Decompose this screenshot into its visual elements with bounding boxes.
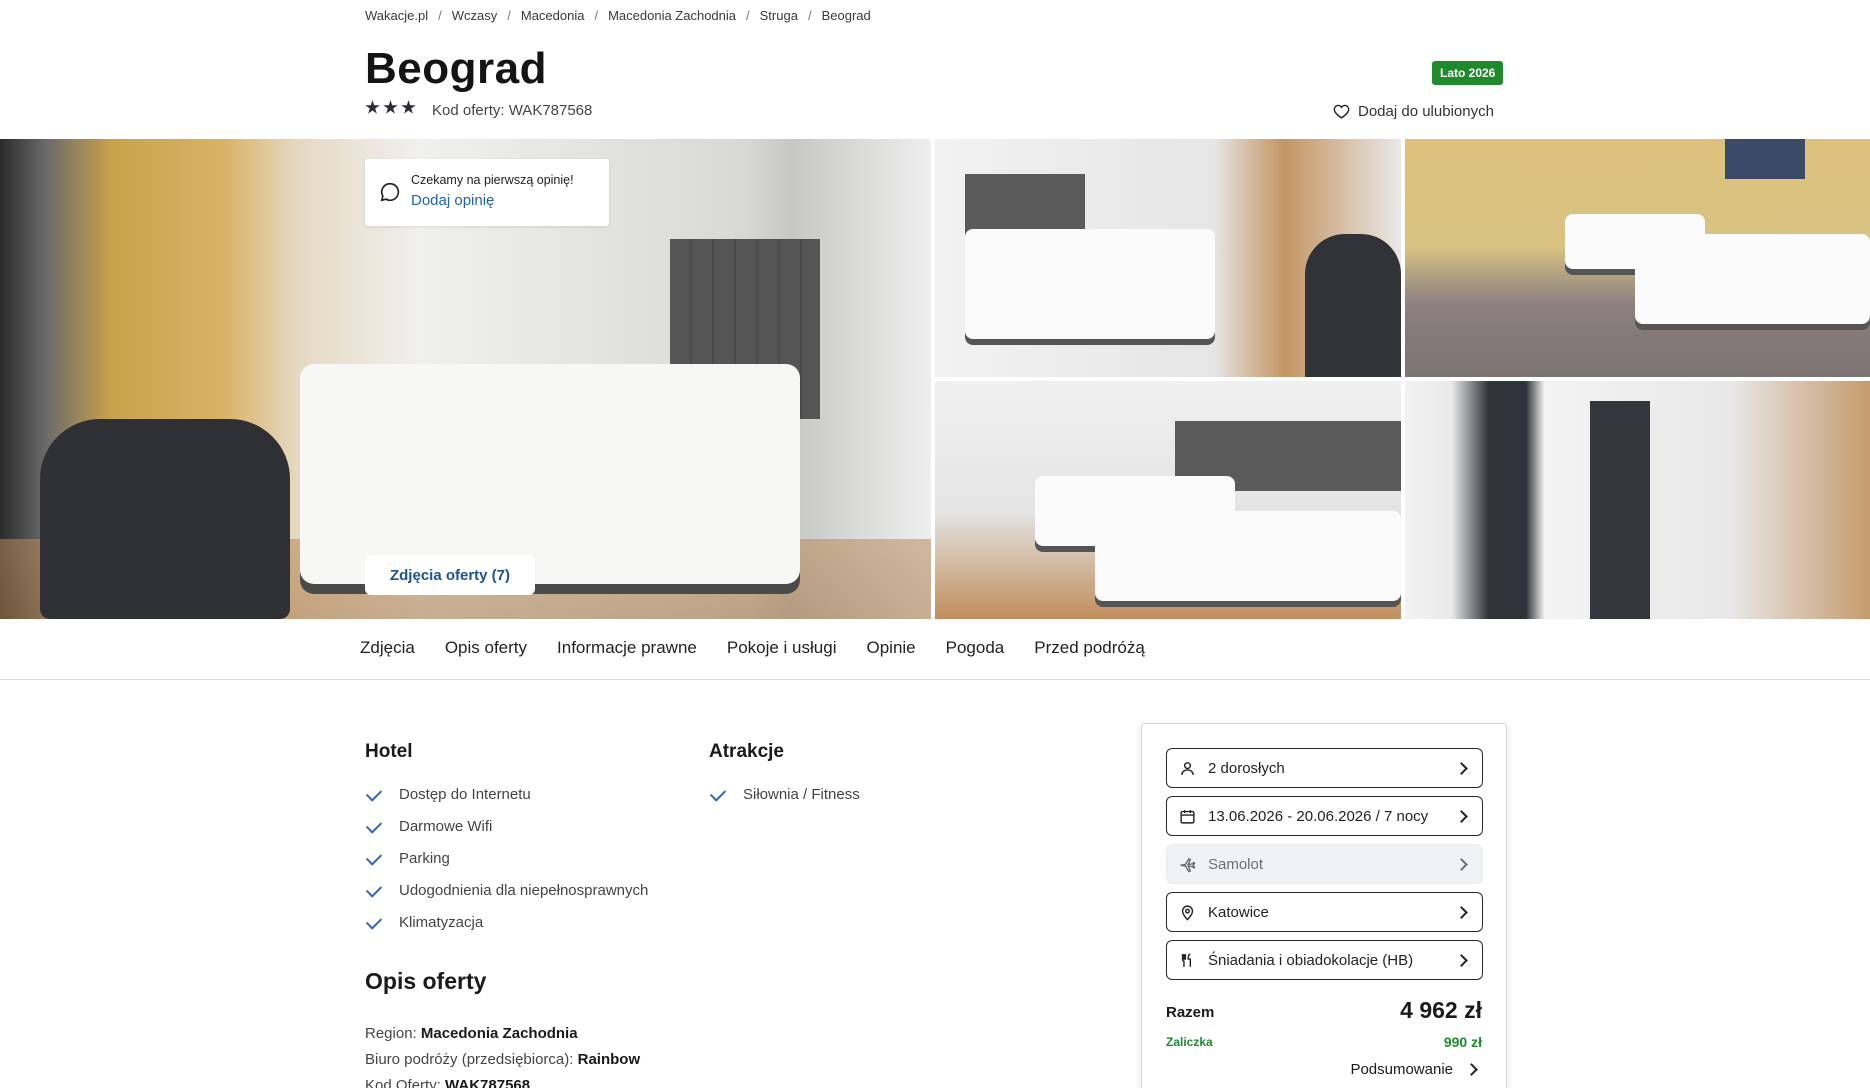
deposit-price: 990 zł	[1443, 1034, 1482, 1050]
breadcrumb: Wakacje.pl / Wczasy / Macedonia / Macedo…	[365, 8, 871, 23]
travelers-selector[interactable]: 2 dorosłych	[1166, 748, 1483, 788]
region-row: Region: Macedonia Zachodnia	[365, 1025, 578, 1042]
review-prompt-text: Czekamy na pierwszą opinię!	[411, 173, 574, 187]
add-to-favorites-button[interactable]: Dodaj do ulubionych	[1333, 103, 1494, 120]
section-tabs: Zdjęcia Opis oferty Informacje prawne Po…	[360, 638, 1160, 658]
transport-selector[interactable]: Samolot	[1166, 844, 1483, 884]
chat-bubble-icon	[380, 182, 400, 202]
check-icon	[365, 848, 383, 866]
offer-code: Kod oferty: WAK787568	[432, 102, 593, 119]
list-item: Darmowe Wifi	[365, 810, 648, 842]
hotel-star-rating	[365, 100, 416, 115]
breadcrumb-separator: /	[594, 8, 599, 23]
tabs-divider	[0, 679, 1870, 680]
star-icon	[383, 100, 398, 114]
breadcrumb-separator: /	[507, 8, 511, 23]
offer-photos-button[interactable]: Zdjęcia oferty (7)	[365, 555, 535, 595]
breadcrumb-link-region[interactable]: Macedonia Zachodnia	[608, 8, 736, 23]
check-icon	[365, 880, 383, 898]
list-item: Siłownia / Fitness	[709, 778, 860, 810]
chevron-right-icon	[1455, 761, 1468, 775]
add-review-link[interactable]: Dodaj opinię	[411, 192, 574, 209]
breadcrumb-link-wczasy[interactable]: Wczasy	[452, 8, 498, 23]
tab-photos[interactable]: Zdjęcia	[360, 638, 430, 658]
summary-link[interactable]: Podsumowanie	[1350, 1061, 1478, 1078]
offer-code-value: WAK787568	[445, 1077, 531, 1088]
list-item: Udogodnienia dla niepełnosprawnych	[365, 874, 648, 906]
hotel-amenities-title: Hotel	[365, 741, 413, 762]
offer-code-row: Kod Oferty: WAK787568	[365, 1077, 530, 1088]
check-icon	[709, 784, 727, 802]
gallery-photo[interactable]	[1405, 139, 1870, 377]
region-value: Macedonia Zachodnia	[420, 1025, 578, 1042]
tab-offer-description[interactable]: Opis oferty	[430, 638, 542, 658]
star-icon	[365, 100, 380, 114]
cutlery-icon	[1181, 952, 1192, 967]
tab-reviews[interactable]: Opinie	[851, 638, 930, 658]
hotel-amenities-list: Dostęp do Internetu Darmowe Wifi Parking…	[365, 778, 648, 938]
breadcrumb-link-country[interactable]: Macedonia	[521, 8, 585, 23]
gallery-photo[interactable]	[935, 139, 1401, 377]
location-pin-icon	[1181, 904, 1194, 921]
plane-icon	[1180, 857, 1196, 873]
chevron-right-icon	[1465, 1063, 1478, 1076]
heart-icon	[1333, 104, 1350, 119]
list-item: Klimatyzacja	[365, 906, 648, 938]
board-selector[interactable]: Śniadania i obiadokolacje (HB)	[1166, 940, 1483, 980]
page-title: Beograd	[365, 44, 547, 93]
tab-rooms-services[interactable]: Pokoje i usługi	[712, 638, 852, 658]
chevron-right-icon	[1455, 857, 1468, 871]
tab-before-travel[interactable]: Przed podróżą	[1019, 638, 1160, 658]
breadcrumb-separator: /	[746, 8, 750, 23]
check-icon	[365, 816, 383, 834]
gallery-photo[interactable]	[1405, 381, 1870, 619]
attractions-list: Siłownia / Fitness	[709, 778, 860, 810]
check-icon	[365, 912, 383, 930]
add-to-favorites-label: Dodaj do ulubionych	[1358, 103, 1494, 120]
operator-value: Rainbow	[577, 1051, 641, 1068]
tab-weather[interactable]: Pogoda	[931, 638, 1020, 658]
departure-selector[interactable]: Katowice	[1166, 892, 1483, 932]
chevron-right-icon	[1455, 905, 1468, 919]
chevron-right-icon	[1455, 809, 1468, 823]
breadcrumb-link-home[interactable]: Wakacje.pl	[365, 8, 428, 23]
total-price-label: Razem	[1166, 1004, 1215, 1021]
star-icon	[401, 100, 416, 114]
attractions-title: Atrakcje	[709, 741, 784, 762]
breadcrumb-link-hotel[interactable]: Beograd	[822, 8, 871, 23]
deposit-label: Zaliczka	[1166, 1035, 1213, 1049]
operator-row: Biuro podróży (przedsiębiorca): Rainbow	[365, 1051, 641, 1068]
check-icon	[365, 784, 383, 802]
offer-description-title: Opis oferty	[365, 968, 487, 994]
breadcrumb-separator: /	[807, 8, 812, 23]
total-price: 4 962 zł	[1400, 997, 1482, 1023]
calendar-icon	[1180, 809, 1195, 824]
chevron-right-icon	[1455, 953, 1468, 967]
gallery-photo[interactable]	[935, 381, 1401, 619]
season-badge: Lato 2026	[1432, 61, 1504, 85]
photo-gallery: Czekamy na pierwszą opinię! Dodaj opinię…	[0, 139, 1870, 619]
review-prompt-card: Czekamy na pierwszą opinię! Dodaj opinię	[365, 159, 609, 226]
tab-legal-info[interactable]: Informacje prawne	[542, 638, 712, 658]
list-item: Dostęp do Internetu	[365, 778, 648, 810]
booking-panel: 2 dorosłych 13.06.2026 - 20.06.2026 / 7 …	[1141, 723, 1507, 1088]
list-item: Parking	[365, 842, 648, 874]
breadcrumb-separator: /	[438, 8, 442, 23]
dates-selector[interactable]: 13.06.2026 - 20.06.2026 / 7 nocy	[1166, 796, 1483, 836]
person-icon	[1181, 761, 1194, 775]
breadcrumb-link-city[interactable]: Struga	[760, 8, 798, 23]
